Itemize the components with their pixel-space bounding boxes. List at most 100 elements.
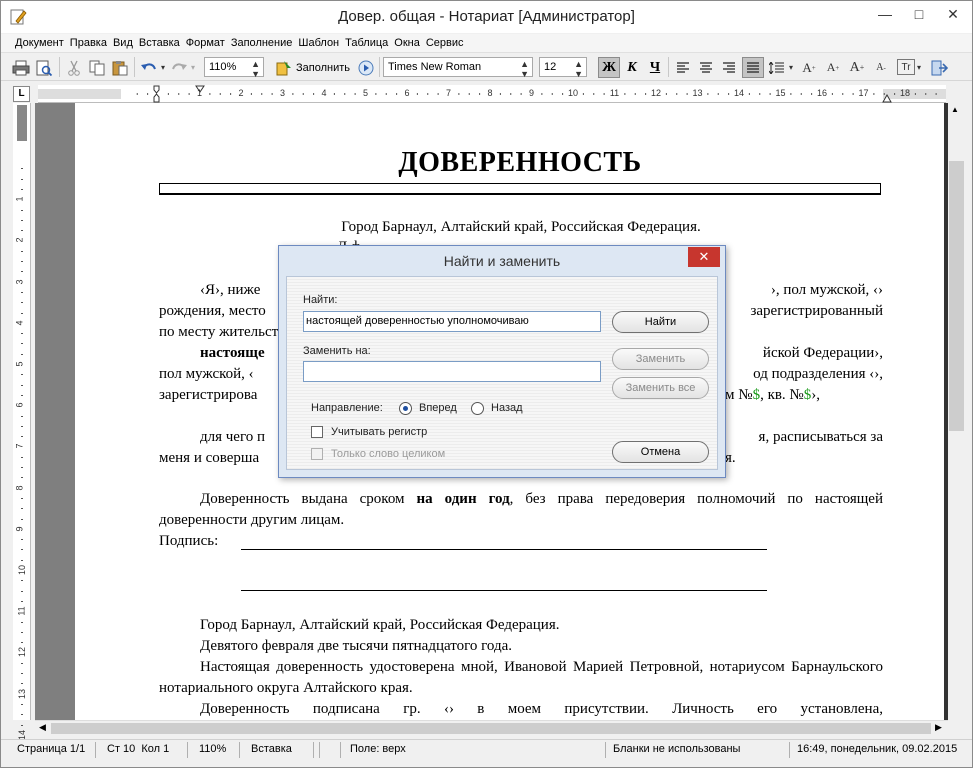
print-preview-icon[interactable] (34, 57, 54, 78)
ruler-label: 9 (14, 526, 25, 532)
text-frame-dropdown-icon[interactable]: ▾ (915, 57, 923, 78)
text-frame-icon[interactable]: Tr (897, 59, 915, 75)
close-button[interactable]: ✕ (937, 1, 969, 27)
align-left-icon[interactable] (673, 57, 693, 78)
cut-icon[interactable] (64, 57, 84, 78)
ruler-label: 6 (404, 88, 410, 98)
vertical-scroll-thumb[interactable] (949, 161, 964, 431)
ruler-tab-selector[interactable]: L (13, 86, 30, 102)
replace-input[interactable] (303, 361, 601, 382)
menu-format[interactable]: Формат (183, 34, 228, 49)
menu-service[interactable]: Сервис (423, 34, 467, 49)
superscript-icon[interactable]: A + (799, 57, 819, 78)
redo-icon[interactable] (169, 57, 189, 78)
align-right-icon[interactable] (719, 57, 739, 78)
font-select[interactable]: Times New Roman ▲ ▼ (383, 57, 533, 79)
spin-icon: ▲ ▼ (251, 59, 260, 79)
find-replace-dialog: Найти и заменить ✕ Найти: настоящей дове… (278, 245, 726, 478)
justify-icon[interactable] (742, 57, 764, 78)
italic-button[interactable]: К (621, 57, 643, 78)
fill-label: Заполнить (296, 61, 351, 74)
window-title: Довер. общая - Нотариат [Администратор] (338, 8, 635, 25)
menu-fill[interactable]: Заполнение (228, 34, 296, 49)
ruler-label: 18 (899, 88, 911, 98)
menu-windows[interactable]: Окна (391, 34, 423, 49)
menu-insert[interactable]: Вставка (136, 34, 183, 49)
ruler-label: 11 (16, 606, 27, 616)
dialog-body: Найти: настоящей доверенностью уполномоч… (286, 276, 718, 470)
whole-word-checkbox[interactable] (311, 448, 323, 460)
redo-dropdown-icon[interactable]: ▾ (189, 57, 197, 78)
field-marker[interactable]: $ (753, 387, 761, 403)
para1-line2-end: зарегистрированный (750, 303, 883, 319)
paste-icon[interactable] (110, 57, 130, 78)
status-bar: Страница 1/1 Ст 10 Кол 1 110% Вставка По… (1, 739, 972, 759)
align-center-icon[interactable] (696, 57, 716, 78)
signature-line-2 (241, 590, 767, 591)
radio-backward-label: Назад (491, 402, 523, 414)
ruler-label: 4 (321, 88, 327, 98)
replace-button[interactable]: Заменить (612, 348, 709, 370)
menu-table[interactable]: Таблица (342, 34, 391, 49)
print-icon[interactable] (11, 57, 31, 78)
bold-button[interactable]: Ж (598, 57, 620, 78)
exit-icon[interactable] (929, 57, 949, 78)
radio-forward[interactable] (399, 402, 412, 415)
menu-template[interactable]: Шаблон (295, 34, 342, 49)
ruler-label: 16 (816, 88, 828, 98)
font-grow-icon[interactable]: A + (847, 57, 867, 78)
city-line: Город Барнаул, Алтайский край, Российска… (341, 219, 701, 235)
ruler-label: 6 (14, 402, 25, 408)
zoom-select[interactable]: 110% ▲ ▼ (204, 57, 264, 79)
copy-icon[interactable] (87, 57, 107, 78)
undo-dropdown-icon[interactable]: ▾ (159, 57, 167, 78)
find-input[interactable]: настоящей доверенностью уполномочиваю (303, 311, 601, 332)
horizontal-scroll-thumb[interactable] (51, 723, 931, 734)
ruler-label: 7 (445, 88, 452, 98)
ruler-label: 5 (362, 88, 369, 98)
cert-sign: Доверенность подписана гр. ‹› в моем при… (200, 701, 883, 717)
cert-city: Город Барнаул, Алтайский край, Российска… (200, 617, 560, 633)
minimize-button[interactable]: — (869, 1, 901, 27)
radio-backward[interactable] (471, 402, 484, 415)
replace-label: Заменить на: (303, 345, 371, 357)
menu-view[interactable]: Вид (110, 34, 136, 49)
horizontal-ruler[interactable]: 1 2 3 4 5 6 7 8 9 10 11 12 13 14 15 16 17 18 (38, 85, 946, 103)
para3-line2-end: я. (725, 450, 736, 466)
fill-button[interactable]: Заполнить (276, 57, 352, 78)
undo-icon[interactable] (139, 57, 159, 78)
replace-all-button[interactable]: Заменить все (612, 377, 709, 399)
scroll-left-icon[interactable]: ◀ (39, 722, 46, 733)
size-select[interactable]: 12 ▲ ▼ (539, 57, 587, 79)
para2-end: йской Федерации›, (762, 345, 883, 361)
find-button[interactable]: Найти (612, 311, 709, 333)
size-value: 12 (544, 61, 557, 73)
scroll-right-icon[interactable]: ▶ (935, 722, 942, 733)
status-page: Страница 1/1 (17, 743, 86, 755)
subscript-icon[interactable]: A + (823, 57, 843, 78)
signature-line (241, 549, 767, 550)
cancel-button[interactable]: Отмена (612, 441, 709, 463)
dialog-close-icon[interactable]: ✕ (688, 247, 720, 267)
para4-term: на один год (416, 491, 510, 507)
vertical-ruler[interactable]: 1 2 3 4 5 6 7 8 9 10 11 12 13 14 (13, 103, 31, 740)
scroll-up-icon[interactable]: ▲ (951, 105, 959, 114)
para2-line3: зарегистрирова (159, 387, 258, 403)
ruler-label: 7 (14, 443, 25, 449)
ruler-label: 10 (17, 564, 28, 576)
status-position: Ст 10 Кол 1 (107, 743, 170, 755)
menu-document[interactable]: Документ (1, 34, 67, 49)
ruler-label: 8 (487, 88, 493, 98)
whole-word-label: Только слово целиком (331, 448, 446, 460)
play-icon[interactable] (356, 57, 376, 78)
line-spacing-dropdown-icon[interactable]: ▾ (787, 57, 795, 78)
font-shrink-icon[interactable]: A- (871, 57, 891, 78)
ruler-label: 12 (17, 647, 28, 658)
line-spacing-icon[interactable] (767, 57, 787, 78)
ruler-label: 4 (14, 320, 25, 326)
match-case-checkbox[interactable] (311, 426, 323, 438)
status-zoom: 110% (199, 743, 227, 755)
maximize-button[interactable]: □ (903, 1, 935, 27)
menu-edit[interactable]: Правка (67, 34, 110, 49)
underline-button[interactable]: Ч (644, 57, 666, 78)
